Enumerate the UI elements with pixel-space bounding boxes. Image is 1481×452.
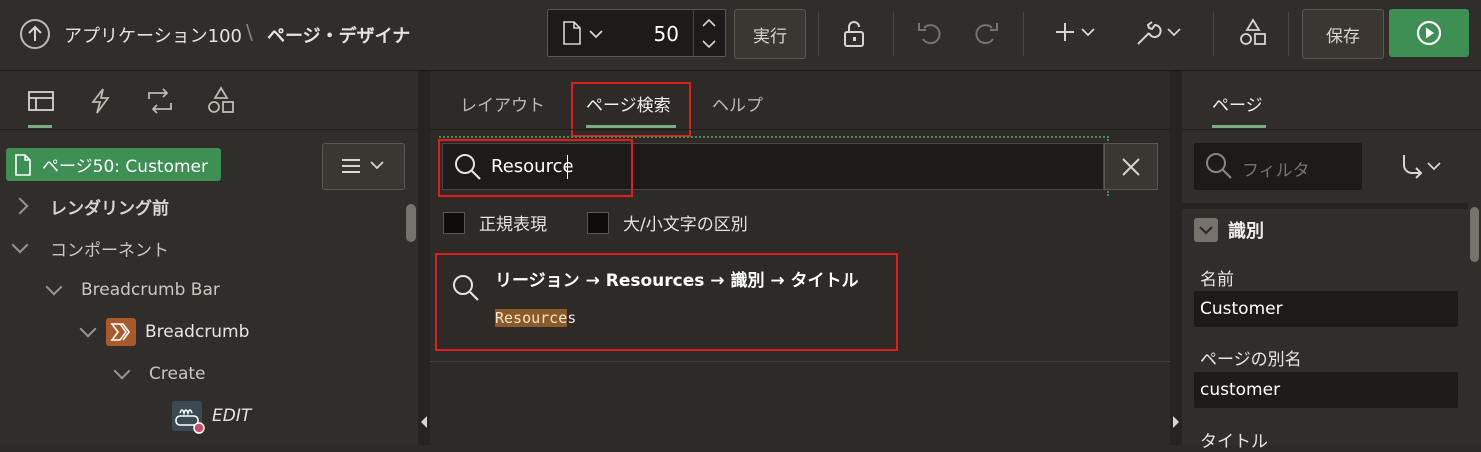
unlock-icon[interactable]	[840, 19, 870, 49]
right-pane: ページ フィルタ 識別 名前 Customer ページの別名 customer …	[1182, 71, 1481, 452]
search-icon	[1206, 153, 1232, 179]
breadcrumb-separator: \	[246, 20, 253, 44]
middle-pane: レイアウト ページ検索 ヘルプ Resource 正規表現 大/小文字の区別 リ…	[430, 71, 1170, 445]
tab-page-properties[interactable]: ページ	[1212, 91, 1263, 116]
alias-label: ページの別名	[1200, 350, 1302, 370]
case-label: 大/小文字の区別	[623, 215, 748, 235]
add-icon[interactable]	[1054, 19, 1098, 49]
tree-menu-button[interactable]	[322, 143, 405, 190]
case-checkbox[interactable]	[587, 211, 609, 234]
chevron-down-icon[interactable]	[79, 320, 97, 338]
case-option[interactable]: 大/小文字の区別	[587, 210, 748, 235]
chevron-down-icon[interactable]	[45, 278, 63, 296]
name-label: 名前	[1200, 270, 1234, 290]
run-page-button[interactable]: 実行	[734, 9, 806, 59]
property-filter[interactable]: フィルタ	[1194, 143, 1362, 190]
close-icon	[1122, 158, 1140, 176]
undo-icon[interactable]	[916, 19, 946, 49]
breadcrumb-app[interactable]: アプリケーション100	[64, 22, 242, 48]
regex-label: 正規表現	[479, 215, 547, 235]
alias-field[interactable]: customer	[1194, 372, 1458, 408]
hamburger-icon	[342, 159, 384, 173]
left-scrollbar[interactable]	[406, 204, 416, 242]
page-icon	[563, 21, 581, 45]
tab-layout[interactable]: レイアウト	[460, 91, 545, 116]
save-button[interactable]: 保存	[1302, 9, 1384, 59]
tab-help[interactable]: ヘルプ	[712, 91, 763, 116]
page-number-input[interactable]: 50	[654, 22, 679, 46]
chevron-down-icon[interactable]	[11, 236, 29, 254]
chevron-right-icon[interactable]	[11, 197, 29, 215]
page-badge[interactable]: ページ50: Customer	[6, 148, 221, 181]
page-icon	[15, 153, 31, 176]
tree-item-edit[interactable]: EDIT	[172, 396, 251, 436]
left-pane: ページ50: Customer レンダリング前 コンポーネント Breadcru…	[0, 71, 418, 445]
clear-search-button[interactable]	[1104, 143, 1158, 190]
button-item-icon	[172, 401, 205, 434]
processing-icon[interactable]	[145, 87, 175, 115]
name-field[interactable]: Customer	[1194, 291, 1458, 327]
up-arrow-icon[interactable]	[20, 19, 50, 49]
stepper-down-icon[interactable]	[702, 39, 716, 49]
tree-item-create[interactable]: Create	[113, 354, 206, 394]
highlight-result	[435, 253, 898, 351]
tree-item-breadcrumb-bar[interactable]: Breadcrumb Bar	[45, 270, 220, 310]
highlight-search	[438, 139, 633, 197]
regex-checkbox[interactable]	[443, 211, 465, 234]
top-toolbar: アプリケーション100 \ ページ・デザイナ 50 実行 保存	[0, 0, 1481, 71]
page-badge-label: ページ50: Customer	[42, 157, 208, 177]
save-label: 保存	[1326, 26, 1360, 47]
breadcrumb-page: ページ・デザイナ	[267, 26, 411, 47]
dynamic-actions-icon[interactable]	[88, 87, 112, 115]
title-label: タイトル	[1200, 432, 1268, 452]
tree-item-breadcrumb[interactable]: Breadcrumb	[79, 312, 249, 352]
shared-components-icon[interactable]	[1238, 18, 1268, 48]
stepper-up-icon[interactable]	[702, 18, 716, 28]
regex-option[interactable]: 正規表現	[443, 210, 547, 235]
page-selector[interactable]: 50	[547, 9, 726, 57]
tree-item-components[interactable]: コンポーネント	[11, 228, 169, 268]
chevron-down-icon[interactable]	[113, 362, 131, 380]
right-splitter[interactable]	[1170, 71, 1182, 445]
filter-placeholder: フィルタ	[1242, 161, 1310, 181]
wrench-icon[interactable]	[1134, 19, 1184, 49]
chevron-down-icon[interactable]	[589, 29, 603, 39]
save-and-run-button[interactable]	[1389, 9, 1469, 57]
go-to-group-icon[interactable]	[1400, 153, 1450, 183]
shared-components-tab-icon[interactable]	[206, 86, 236, 116]
left-splitter[interactable]	[418, 71, 430, 445]
breadcrumb-region-icon	[106, 318, 136, 346]
redo-icon[interactable]	[970, 19, 1000, 49]
right-scrollbar[interactable]	[1470, 207, 1479, 262]
section-title: 識別	[1228, 221, 1264, 242]
rendering-tree-icon[interactable]	[27, 89, 55, 113]
section-identification[interactable]: 識別	[1194, 217, 1264, 243]
play-icon	[1416, 20, 1442, 46]
collapse-icon[interactable]	[1194, 218, 1218, 242]
run-label: 実行	[753, 26, 787, 47]
tree-item-pre-rendering[interactable]: レンダリング前	[11, 186, 169, 226]
